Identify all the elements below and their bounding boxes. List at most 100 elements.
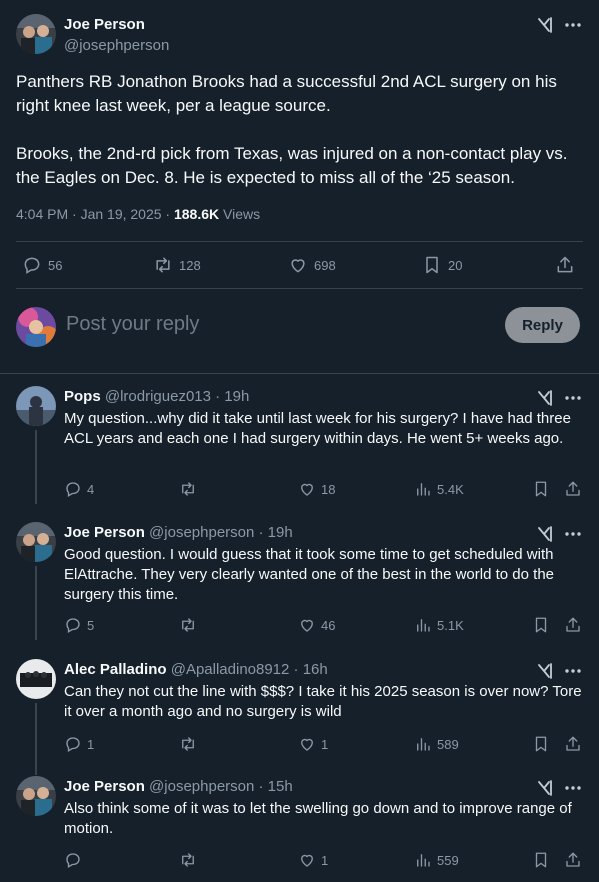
reply-submit-button[interactable]: Reply (505, 307, 580, 343)
share-button[interactable] (564, 480, 582, 498)
like-count: 46 (321, 617, 336, 633)
avatar[interactable] (16, 659, 56, 699)
reply-handle-time[interactable]: @lrodriguez013 · 19h (101, 388, 250, 405)
repost-icon (179, 735, 197, 753)
avatar[interactable] (16, 522, 56, 562)
reply-author-name[interactable]: Alec Palladino (64, 661, 167, 678)
share-button[interactable] (564, 616, 582, 634)
reply-button[interactable] (64, 851, 87, 869)
grok-icon[interactable] (536, 525, 554, 543)
share-button[interactable] (564, 735, 582, 753)
reply-icon (64, 480, 82, 498)
reply-actions: 5 46 5.1K (0, 616, 599, 640)
reply-composer: Post your reply Reply (0, 288, 599, 374)
views-label: Views (219, 206, 261, 222)
like-count: 18 (321, 481, 336, 497)
reply-handle-time[interactable]: @josephperson · 19h (145, 524, 293, 541)
repost-button[interactable] (179, 480, 202, 498)
like-button[interactable]: 18 (298, 480, 335, 498)
heart-icon (288, 255, 308, 275)
grok-icon[interactable] (536, 779, 554, 797)
reply-tweet[interactable]: Joe Person @josephperson · 19h Good ques… (0, 522, 599, 640)
reply-author-name[interactable]: Joe Person (64, 778, 145, 795)
author-handle[interactable]: @josephperson (64, 37, 169, 54)
bookmark-button[interactable] (532, 480, 550, 498)
reply-actions: 4 18 5.4K (0, 480, 599, 504)
share-button[interactable] (555, 255, 575, 275)
grok-icon[interactable] (536, 16, 554, 34)
like-button[interactable]: 1 (298, 735, 328, 753)
reply-header: Alec Palladino @Apalladino8912 · 16h (64, 661, 328, 678)
reply-author-name[interactable]: Joe Person (64, 524, 145, 541)
like-button[interactable]: 46 (298, 616, 335, 634)
views-count: 5.1K (437, 617, 464, 633)
bookmark-icon (422, 255, 442, 275)
reply-author-name[interactable]: Pops (64, 388, 101, 405)
views-icon (414, 616, 432, 634)
reply-count: 4 (87, 481, 95, 497)
views-count: 188.6K (173, 206, 220, 222)
reply-button[interactable]: 56 (22, 255, 62, 275)
post-actions: 56 128 698 20 (0, 242, 599, 288)
author-avatar[interactable] (16, 14, 56, 54)
author-name[interactable]: Joe Person (64, 16, 145, 33)
more-icon[interactable] (562, 662, 584, 680)
views-button[interactable]: 5.4K (414, 480, 464, 498)
reply-count: 5 (87, 617, 95, 633)
views-count: 559 (437, 852, 459, 868)
reply-text: My question...why did it take until last… (64, 410, 571, 447)
reply-tweet[interactable]: Joe Person @josephperson · 15h Also thin… (0, 776, 599, 882)
reply-actions: 1 559 (0, 851, 599, 875)
like-button[interactable]: 698 (288, 255, 336, 275)
reply-header: Joe Person @josephperson · 19h (64, 524, 293, 541)
reply-button[interactable]: 4 (64, 480, 94, 498)
bookmark-button[interactable]: 20 (422, 255, 462, 275)
reply-tweet[interactable]: Pops @lrodriguez013 · 19h My question...… (0, 386, 599, 504)
heart-icon (298, 480, 316, 498)
reply-text: Good question. I would guess that it too… (64, 546, 554, 603)
post-paragraph-1: Panthers RB Jonathon Brooks had a succes… (16, 72, 557, 115)
share-icon (564, 851, 582, 869)
reply-count: 56 (48, 257, 63, 273)
reply-icon (64, 735, 82, 753)
reply-tweet[interactable]: Alec Palladino @Apalladino8912 · 16h Can… (0, 659, 599, 775)
heart-icon (298, 616, 316, 634)
share-icon (555, 255, 575, 275)
avatar[interactable] (16, 386, 56, 426)
user-avatar[interactable] (16, 307, 56, 347)
reply-icon (64, 851, 82, 869)
more-icon[interactable] (562, 525, 584, 543)
avatar[interactable] (16, 776, 56, 816)
repost-button[interactable] (179, 851, 202, 869)
more-icon[interactable] (562, 389, 584, 407)
more-icon[interactable] (562, 16, 584, 34)
repost-button[interactable]: 128 (153, 255, 201, 275)
more-icon[interactable] (562, 779, 584, 797)
reply-button[interactable]: 1 (64, 735, 94, 753)
grok-icon[interactable] (536, 662, 554, 680)
share-button[interactable] (564, 851, 582, 869)
grok-icon[interactable] (536, 389, 554, 407)
like-button[interactable]: 1 (298, 851, 328, 869)
bookmark-button[interactable] (532, 616, 550, 634)
bookmark-button[interactable] (532, 735, 550, 753)
reply-icon (64, 616, 82, 634)
repost-icon (179, 480, 197, 498)
share-icon (564, 480, 582, 498)
repost-button[interactable] (179, 616, 202, 634)
reply-text: Also think some of it was to let the swe… (64, 800, 572, 837)
bookmark-button[interactable] (532, 851, 550, 869)
views-button[interactable]: 559 (414, 851, 459, 869)
post-meta: 4:04 PM · Jan 19, 2025 · 188.6K Views (16, 206, 260, 222)
post-timestamp[interactable]: 4:04 PM · Jan 19, 2025 · (16, 206, 174, 222)
reply-header: Joe Person @josephperson · 15h (64, 778, 293, 795)
reply-handle-time[interactable]: @josephperson · 15h (145, 778, 293, 795)
share-icon (564, 735, 582, 753)
views-button[interactable]: 589 (414, 735, 459, 753)
views-button[interactable]: 5.1K (414, 616, 464, 634)
reply-input[interactable]: Post your reply (66, 313, 199, 336)
reply-handle-time[interactable]: @Apalladino8912 · 16h (167, 661, 328, 678)
reply-button[interactable]: 5 (64, 616, 94, 634)
bookmark-icon (532, 735, 550, 753)
repost-button[interactable] (179, 735, 202, 753)
